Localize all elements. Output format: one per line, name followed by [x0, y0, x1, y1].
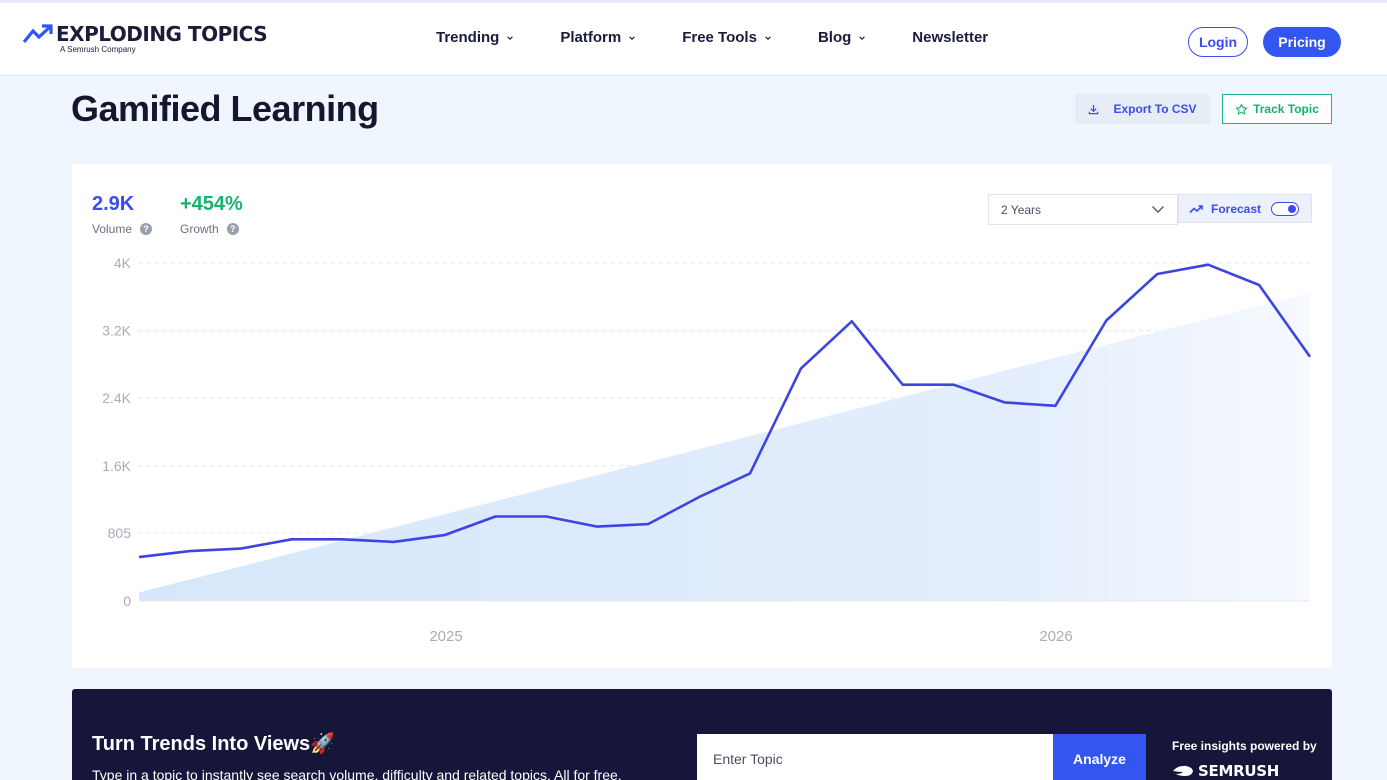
semrush-flame-icon	[1173, 765, 1193, 776]
topic-input[interactable]	[697, 734, 1053, 780]
exploding-topics-logo[interactable]: EXPLODING TOPICS A Semrush Company	[22, 22, 268, 54]
nav-newsletter-label: Newsletter	[912, 29, 989, 46]
search-volume-chart: 0 805 1.6K 2.4K 3.2K 4K 2025 2026	[102, 255, 1312, 645]
semrush-logo[interactable]: SEMRUSH	[1172, 762, 1279, 780]
nav-blog[interactable]: Blog	[818, 29, 866, 46]
export-csv-label: Export To CSV	[1113, 102, 1197, 116]
analyze-button[interactable]: Analyze	[1053, 734, 1146, 780]
y-tick-label: 2.4K	[102, 390, 131, 406]
download-icon	[1089, 104, 1099, 114]
nav-trending[interactable]: Trending	[436, 29, 514, 46]
x-tick-label: 2025	[429, 628, 462, 645]
y-tick-label: 805	[108, 525, 132, 541]
y-tick-label: 3.2K	[102, 323, 131, 339]
track-topic-button[interactable]: Track Topic	[1222, 94, 1332, 124]
page-title: Gamified Learning	[71, 88, 379, 129]
track-topic-label: Track Topic	[1253, 102, 1319, 116]
login-button[interactable]: Login	[1188, 27, 1248, 57]
main-nav: Trending Platform Free Tools Blog Newsle…	[436, 29, 988, 46]
nav-free-tools[interactable]: Free Tools	[682, 29, 772, 46]
star-icon	[1235, 103, 1248, 115]
pricing-button[interactable]: Pricing	[1263, 27, 1341, 57]
top-navigation-bar: EXPLODING TOPICS A Semrush Company Trend…	[0, 0, 1387, 76]
nav-newsletter[interactable]: Newsletter	[912, 29, 988, 46]
banner-title: Turn Trends Into Views🚀	[92, 733, 336, 755]
nav-trending-label: Trending	[436, 29, 500, 46]
y-tick-label: 4K	[114, 255, 132, 271]
trend-arrow-logo-icon	[22, 24, 53, 44]
banner-subtitle: Type in a topic to instantly see search …	[92, 767, 622, 780]
nav-free-tools-label: Free Tools	[682, 29, 757, 46]
chevron-down-icon	[765, 35, 771, 40]
y-tick-label: 1.6K	[102, 458, 131, 474]
chevron-down-icon	[859, 35, 866, 40]
x-tick-label: 2026	[1039, 628, 1072, 645]
trend-chart-card: 2.9K Volume ? +454% Growth ? 2 Years For…	[72, 164, 1332, 668]
logo-wordmark: EXPLODING TOPICS	[56, 22, 268, 46]
nav-blog-label: Blog	[817, 29, 852, 46]
export-csv-button[interactable]: Export To CSV	[1075, 94, 1210, 124]
nav-platform[interactable]: Platform	[560, 29, 636, 46]
nav-platform-label: Platform	[560, 29, 622, 46]
powered-by-text: Free insights powered by	[1172, 739, 1317, 753]
chevron-down-icon	[629, 35, 635, 40]
y-tick-label: 0	[123, 593, 131, 609]
cta-banner: Turn Trends Into Views🚀 Type in a topic …	[72, 689, 1332, 780]
semrush-wordmark: SEMRUSH	[1198, 762, 1279, 780]
chevron-down-icon	[507, 35, 514, 40]
forecast-trend-area	[139, 292, 1310, 601]
logo-tagline: A Semrush Company	[60, 45, 136, 54]
